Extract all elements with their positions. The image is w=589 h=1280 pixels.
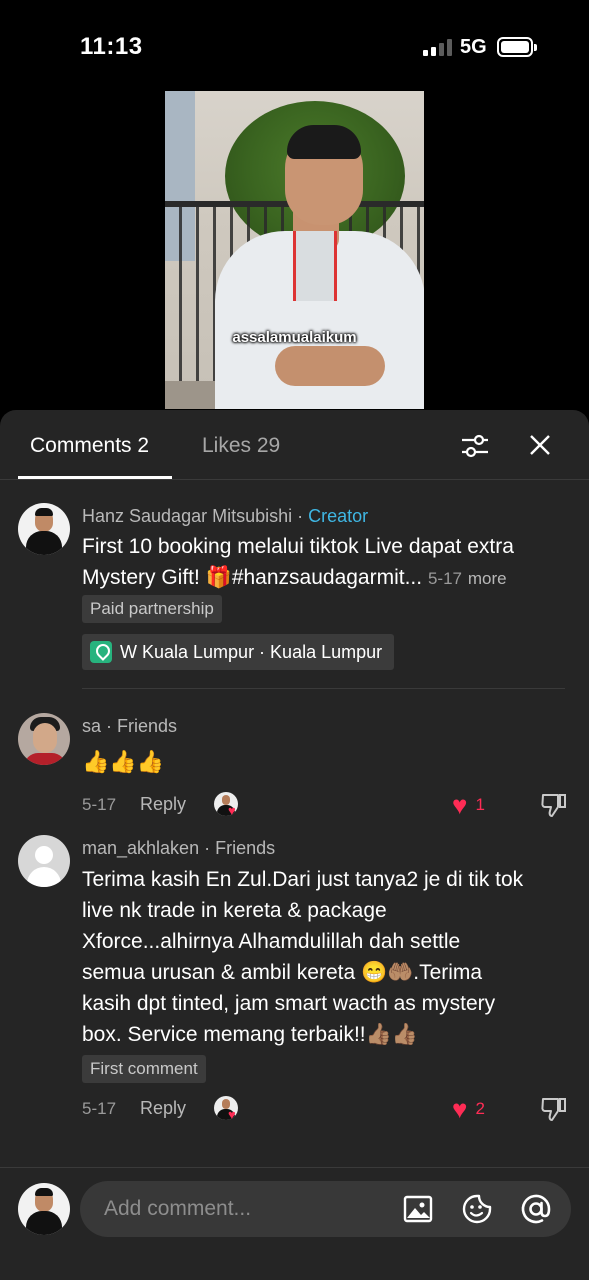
battery-icon <box>497 37 537 57</box>
comment-input[interactable]: Add comment... <box>80 1181 571 1237</box>
comment-text: 👍👍👍 <box>82 749 165 774</box>
like-button[interactable]: ♥ 2 <box>452 1096 485 1122</box>
comment-date: 5-17 <box>82 795 117 814</box>
comment-text: Terima kasih En Zul.Dari just tanya2 je … <box>82 868 524 1046</box>
tab-comments[interactable]: Comments 2 <box>30 434 149 458</box>
comment-actions: 5-17 Reply ♥ ♥ 1 <box>82 792 572 820</box>
tab-likes[interactable]: Likes 29 <box>202 434 280 458</box>
tab-active-indicator <box>18 476 172 479</box>
avatar[interactable] <box>18 835 70 887</box>
avatar[interactable] <box>18 503 70 555</box>
network-label: 5G <box>460 36 487 58</box>
comment-text: First 10 booking melalui tiktok Live dap… <box>82 535 514 589</box>
video-player[interactable]: assalamualaikum <box>165 91 424 409</box>
video-caption: assalamualaikum <box>232 329 357 346</box>
divider <box>82 688 565 689</box>
comment-actions: 5-17 Reply ♥ ♥ 2 <box>82 1096 572 1124</box>
comment-username[interactable]: man_akhlaken · Friends <box>82 838 275 859</box>
location-pin-icon <box>90 641 112 663</box>
avatar[interactable] <box>18 713 70 765</box>
more-link[interactable]: more <box>468 569 507 588</box>
comment-input-placeholder: Add comment... <box>104 1197 252 1220</box>
comment-input-bar: Add comment... <box>0 1167 589 1280</box>
comment-date: 5-17 <box>82 1099 117 1118</box>
heart-icon: ♥ <box>452 1094 468 1124</box>
paid-partnership-chip: Paid partnership <box>82 595 222 623</box>
heart-icon: ♥ <box>452 790 468 820</box>
heart-icon: ♥ <box>228 803 236 818</box>
comment-username[interactable]: sa · Friends <box>82 716 177 737</box>
location-chip[interactable]: W Kuala Lumpur · Kuala Lumpur <box>82 634 395 670</box>
filter-icon[interactable] <box>460 432 490 460</box>
reply-button[interactable]: Reply <box>140 794 186 815</box>
image-icon[interactable] <box>402 1193 434 1225</box>
reply-button[interactable]: Reply <box>140 1098 186 1119</box>
status-bar: 11:13 5G <box>0 0 589 90</box>
mention-icon[interactable] <box>520 1193 552 1225</box>
like-count: 2 <box>475 1099 485 1118</box>
tab-bar: Comments 2 Likes 29 <box>0 410 589 480</box>
like-button[interactable]: ♥ 1 <box>452 792 485 818</box>
my-avatar <box>18 1183 70 1235</box>
like-count: 1 <box>475 795 485 814</box>
close-icon[interactable] <box>527 432 553 458</box>
comments-sheet: Comments 2 Likes 29 Hanz Saudagar Mitsub… <box>0 410 589 1280</box>
comment-username[interactable]: Hanz Saudagar Mitsubishi · Creator <box>82 506 368 527</box>
dislike-icon[interactable] <box>540 1096 568 1122</box>
creator-badge: Creator <box>308 506 369 526</box>
first-comment-chip: First comment <box>82 1055 206 1083</box>
dislike-icon[interactable] <box>540 792 568 818</box>
signal-icon <box>423 38 452 56</box>
heart-icon: ♥ <box>228 1107 236 1122</box>
sticker-icon[interactable] <box>461 1193 493 1225</box>
status-time: 11:13 <box>80 33 143 60</box>
